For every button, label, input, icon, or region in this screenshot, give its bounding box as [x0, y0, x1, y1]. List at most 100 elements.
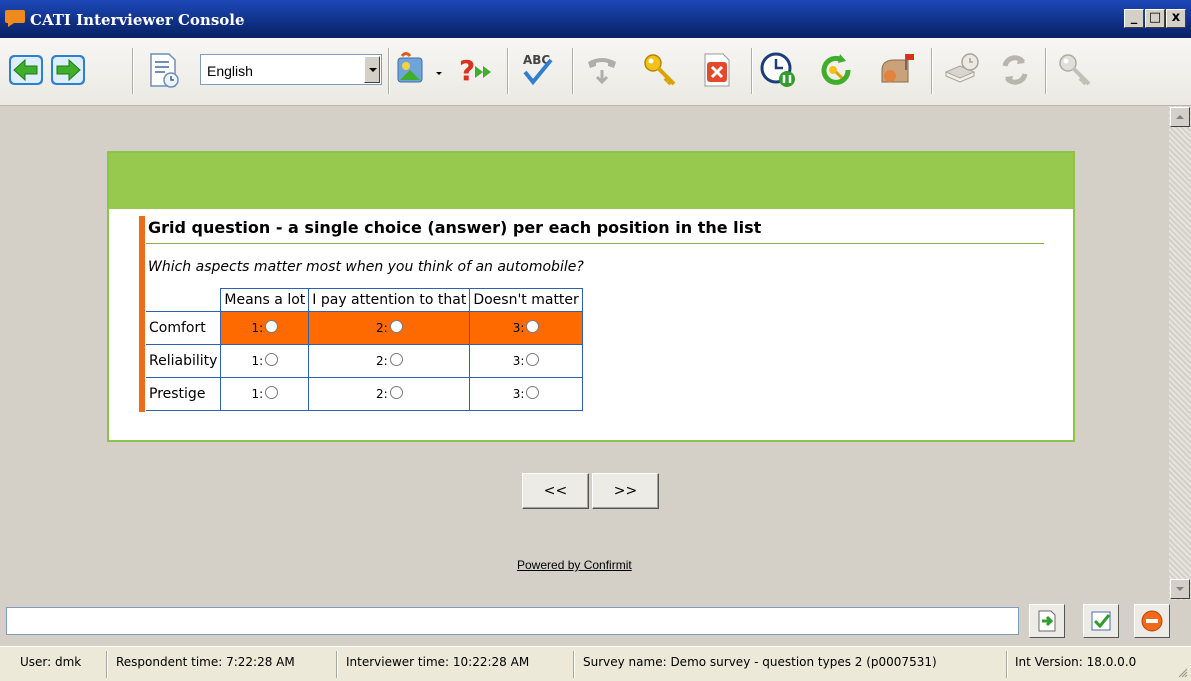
option-number: 2: [375, 354, 388, 368]
submit-page-button[interactable] [1029, 604, 1065, 638]
radio-button[interactable] [389, 353, 403, 366]
command-input[interactable] [6, 607, 1019, 635]
command-bar [0, 600, 1191, 646]
answer-option[interactable]: 2: [308, 311, 471, 345]
checkbox-check-icon [1091, 611, 1111, 631]
radio-button[interactable] [526, 386, 540, 399]
status-survey-name: Survey name: Demo survey - question type… [583, 655, 937, 669]
toolbar-separator [388, 48, 390, 94]
answer-option[interactable]: 1: [220, 344, 310, 378]
option-number: 3: [512, 321, 525, 335]
status-divider [1006, 651, 1008, 678]
toolbar-separator [751, 48, 753, 94]
grid-header-row: Means a lot I pay attention to that Does… [146, 288, 583, 312]
forward-arrow-icon[interactable] [48, 50, 88, 90]
status-int-version: Int Version: 18.0.0.0 [1015, 655, 1137, 669]
toolbar-separator [572, 48, 574, 94]
maximize-button[interactable]: □ [1145, 9, 1165, 28]
answer-option[interactable]: 1: [220, 377, 310, 411]
answer-grid: Means a lot I pay attention to that Does… [146, 288, 583, 411]
radio-button[interactable] [526, 320, 540, 333]
refresh-icon[interactable] [995, 50, 1035, 90]
stop-button[interactable] [1134, 604, 1170, 638]
radio-button[interactable] [389, 320, 403, 333]
status-user: User: dmk [20, 655, 82, 669]
answer-option[interactable]: 2: [308, 377, 471, 411]
option-number: 1: [251, 354, 264, 368]
status-divider [573, 651, 575, 678]
toolbar-separator [931, 48, 933, 94]
complete-button[interactable] [1083, 604, 1119, 638]
stop-icon [1141, 610, 1163, 632]
status-bar: User: dmk Respondent time: 7:22:28 AM In… [0, 646, 1191, 681]
option-number: 3: [512, 354, 525, 368]
history-page-icon[interactable] [143, 50, 183, 90]
grid-row: Prestige 1: 2: 3: [146, 377, 583, 411]
key-icon[interactable] [640, 50, 680, 90]
next-button[interactable]: >> [592, 473, 659, 509]
clock-pause-icon[interactable] [758, 50, 798, 90]
option-number: 1: [251, 387, 264, 401]
arrow-page-icon [1038, 610, 1056, 632]
key-disabled-icon[interactable] [1055, 50, 1095, 90]
grid-row: Reliability 1: 2: 3: [146, 344, 583, 378]
answer-option[interactable]: 2: [308, 344, 471, 378]
question-text: Which aspects matter most when you think… [148, 259, 584, 275]
image-tool-dropdown-icon[interactable] [436, 72, 442, 75]
question-skip-icon[interactable]: ? [455, 50, 495, 90]
title-bar: CATI Interviewer Console _ □ x [0, 0, 1191, 38]
chevron-down-icon[interactable] [364, 56, 380, 83]
answer-option[interactable]: 1: [220, 311, 310, 345]
answer-option[interactable]: 3: [469, 311, 583, 345]
resize-grip-icon[interactable] [1176, 666, 1188, 678]
question-title: Grid question - a single choice (answer)… [148, 218, 762, 237]
option-number: 2: [375, 321, 388, 335]
language-select[interactable]: English [200, 54, 382, 85]
column-header: Means a lot [220, 288, 310, 312]
status-respondent-time: Respondent time: 7:22:28 AM [116, 655, 295, 669]
spellcheck-icon[interactable]: ABC [517, 50, 557, 90]
minimize-button[interactable]: _ [1124, 9, 1144, 28]
answer-option[interactable]: 3: [469, 344, 583, 378]
back-arrow-icon[interactable] [6, 50, 46, 90]
close-button[interactable]: x [1166, 9, 1186, 28]
radio-button[interactable] [265, 386, 279, 399]
previous-button[interactable]: << [522, 473, 589, 509]
title-divider [146, 243, 1044, 244]
toolbar-separator [1045, 48, 1047, 94]
window-title: CATI Interviewer Console [30, 11, 245, 29]
toolbar: English ? ABC [0, 38, 1191, 106]
column-header: Doesn't matter [469, 288, 583, 312]
status-divider [336, 651, 338, 678]
status-divider [106, 651, 108, 678]
vertical-scrollbar[interactable] [1169, 106, 1191, 600]
toolbar-separator [507, 48, 509, 94]
mailbox-icon[interactable] [876, 50, 916, 90]
language-value: English [207, 63, 253, 79]
grid-row: Comfort 1: 2: 3: [146, 311, 583, 345]
radio-button[interactable] [265, 353, 279, 366]
row-label: Comfort [146, 311, 222, 345]
scroll-down-icon[interactable] [1170, 579, 1190, 599]
powered-by-link[interactable]: Powered by Confirmit [517, 558, 632, 572]
grid-corner [146, 288, 222, 312]
column-header: I pay attention to that [308, 288, 471, 312]
scroll-up-icon[interactable] [1170, 107, 1190, 127]
option-number: 2: [375, 387, 388, 401]
app-icon [5, 10, 25, 27]
status-interviewer-time: Interviewer time: 10:22:28 AM [346, 655, 530, 669]
radio-button[interactable] [389, 386, 403, 399]
phone-hangup-icon[interactable] [582, 50, 622, 90]
cancel-icon[interactable] [697, 50, 737, 90]
key-refresh-icon[interactable] [816, 50, 856, 90]
image-tool-icon[interactable] [392, 50, 432, 90]
question-marker [139, 216, 145, 412]
radio-button[interactable] [265, 320, 279, 333]
toolbar-separator [132, 48, 134, 94]
row-label: Reliability [146, 344, 222, 378]
radio-button[interactable] [526, 353, 540, 366]
book-clock-icon[interactable] [942, 50, 982, 90]
card-header [109, 153, 1073, 209]
answer-option[interactable]: 3: [469, 377, 583, 411]
option-number: 1: [251, 321, 264, 335]
